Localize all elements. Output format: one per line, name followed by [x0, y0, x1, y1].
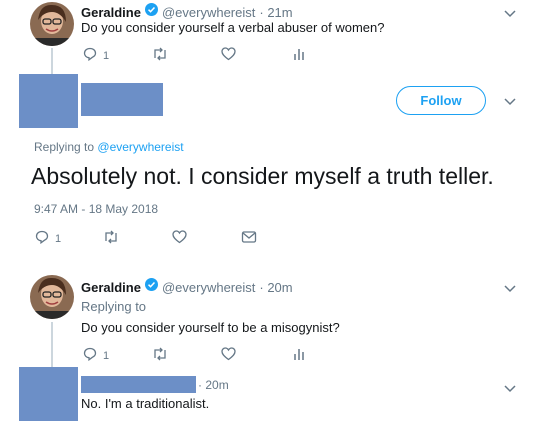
retweet-icon[interactable] [152, 47, 168, 66]
reply-count: 1 [103, 49, 110, 62]
avatar-geraldine[interactable] [30, 275, 74, 319]
user-handle[interactable]: @everywhereist [162, 5, 255, 20]
chevron-down-icon[interactable] [502, 93, 518, 109]
tweet-text: Do you consider yourself a verbal abuser… [81, 20, 385, 35]
reply-count: 1 [103, 349, 110, 362]
tweet-text: Do you consider yourself to be a misogyn… [81, 320, 340, 335]
redacted-username [81, 83, 163, 116]
follow-button[interactable]: Follow [396, 86, 486, 115]
like-icon[interactable] [221, 347, 236, 366]
retweet-icon[interactable] [152, 347, 168, 366]
reply-action[interactable]: 1 [83, 347, 109, 364]
chevron-down-icon[interactable] [502, 280, 518, 296]
avatar-geraldine[interactable] [30, 2, 74, 46]
reply-action[interactable]: 1 [35, 230, 61, 247]
redacted-avatar [19, 367, 78, 421]
user-name[interactable]: Geraldine [81, 5, 141, 20]
replying-to-label: Replying to [81, 299, 147, 314]
user-name[interactable]: Geraldine [81, 280, 141, 295]
chevron-down-icon[interactable] [502, 5, 518, 21]
verified-badge-icon [144, 278, 158, 296]
reply-text: No. I'm a traditionalist. [81, 396, 210, 411]
main-tweet-text: Absolutely not. I consider myself a trut… [31, 163, 494, 189]
redacted-username [81, 376, 196, 393]
tweet-time[interactable]: · 21m [259, 5, 292, 20]
reply-count: 1 [55, 232, 62, 245]
analytics-icon[interactable] [293, 47, 305, 66]
tweet-timestamp[interactable]: 9:47 AM - 18 May 2018 [34, 202, 158, 216]
tweet2-header: Geraldine @everywhereist · 20m [81, 278, 293, 296]
tweet1-header: Geraldine @everywhereist · 21m [81, 3, 293, 21]
user-handle[interactable]: @everywhereist [162, 280, 255, 295]
reply-time[interactable]: · 20m [198, 378, 229, 392]
direct-message-icon[interactable] [241, 230, 257, 249]
tweet-time[interactable]: · 20m [259, 280, 292, 295]
thread-line [51, 322, 53, 370]
like-icon[interactable] [172, 230, 187, 249]
reply-time-text: 20m [205, 378, 229, 392]
replying-to-line: Replying to @everywhereist [34, 140, 184, 154]
reply-icon [35, 230, 49, 247]
retweet-icon[interactable] [103, 230, 119, 249]
reply-icon [83, 47, 97, 64]
reply-icon [83, 347, 97, 364]
redacted-avatar [19, 74, 78, 128]
verified-badge-icon [144, 3, 158, 21]
like-icon[interactable] [221, 47, 236, 66]
replying-handle-link[interactable]: @everywhereist [97, 140, 183, 154]
reply-action[interactable]: 1 [83, 47, 109, 64]
analytics-icon[interactable] [293, 347, 305, 366]
chevron-down-icon[interactable] [502, 380, 518, 396]
replying-prefix: Replying to [34, 140, 95, 154]
